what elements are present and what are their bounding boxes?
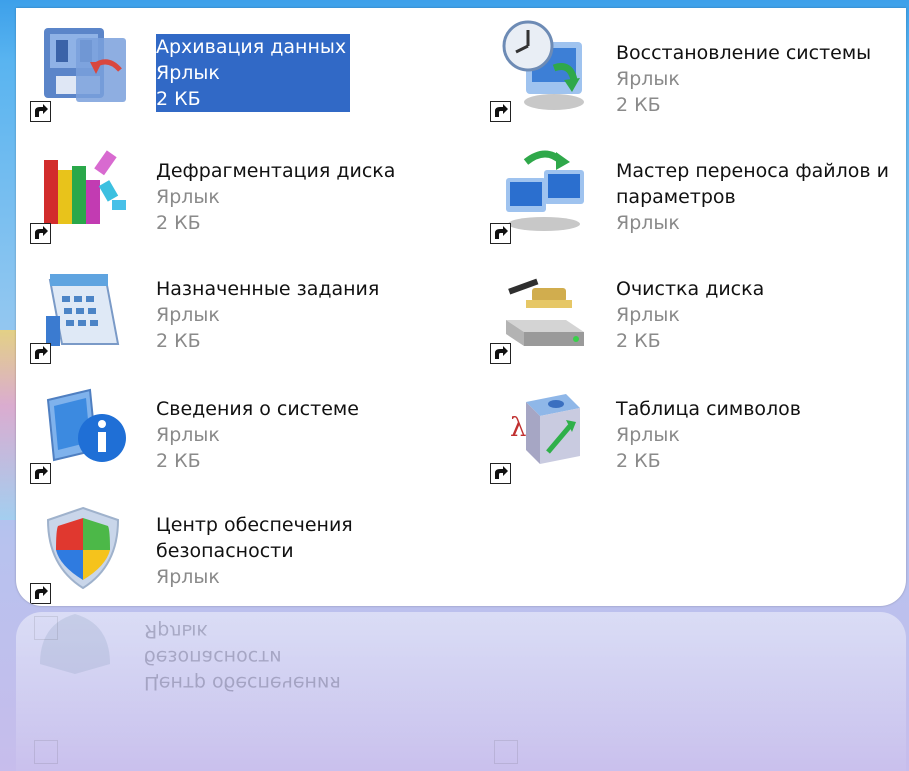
svg-text:λ: λ [510, 413, 526, 443]
list-item-disk-cleanup[interactable]: Очистка диска Ярлык 2 КБ [486, 254, 866, 364]
item-name: Восстановление системы [616, 42, 872, 64]
item-type: Ярлык [156, 424, 220, 446]
item-size: 2 КБ [616, 450, 661, 472]
item-size: 2 КБ [156, 88, 201, 110]
item-name: Очистка диска [616, 278, 765, 300]
shortcut-arrow-icon-reflection [34, 740, 58, 764]
shortcut-arrow-icon [490, 223, 511, 244]
shortcut-arrow-icon-reflection [494, 740, 518, 764]
item-name: Мастер переноса файлов и [616, 160, 889, 182]
item-name: Сведения о системе [156, 398, 359, 420]
item-name: Архивация данных [156, 36, 347, 58]
item-type: Ярлык [616, 68, 680, 90]
item-size: 2 КБ [156, 450, 201, 472]
item-name-line2: параметров [616, 186, 736, 208]
shortcut-arrow-icon [490, 343, 511, 364]
item-type: Ярлык [156, 186, 220, 208]
system-info-icon [36, 380, 130, 476]
shortcut-arrow-icon [30, 223, 51, 244]
item-type: Ярлык [156, 566, 220, 588]
item-type: Ярлык [616, 212, 680, 234]
item-name: Назначенные задания [156, 278, 380, 300]
item-name: Центр обеспечения [156, 514, 353, 536]
list-item-defrag[interactable]: Дефрагментация диска Ярлык 2 КБ [26, 134, 406, 244]
item-size: 2 КБ [616, 94, 661, 116]
scheduled-tasks-icon [36, 260, 130, 356]
reflection-text-line: Центр обеспечения [144, 672, 341, 694]
list-item-system-info[interactable]: Сведения о системе Ярлык 2 КБ [26, 374, 406, 484]
list-item-transfer-wizard[interactable]: Мастер переноса файлов и параметров Ярлы… [486, 134, 889, 244]
backup-icon [36, 18, 130, 114]
defrag-icon [36, 140, 130, 236]
list-item-system-restore[interactable]: Восстановление системы Ярлык 2 КБ [486, 12, 872, 122]
reflection-text-line: Ярлык [144, 620, 208, 642]
item-type: Ярлык [156, 304, 220, 326]
item-size: 2 КБ [616, 330, 661, 352]
security-center-icon [36, 500, 130, 596]
system-restore-icon [496, 18, 590, 114]
shortcut-arrow-icon-reflection [34, 616, 58, 640]
shortcut-arrow-icon [490, 463, 511, 484]
disk-cleanup-icon [496, 260, 590, 356]
shortcut-arrow-icon [490, 101, 511, 122]
shortcut-arrow-icon [30, 463, 51, 484]
item-name: Таблица символов [616, 398, 801, 420]
shortcut-arrow-icon [30, 343, 51, 364]
list-item-scheduled-tasks[interactable]: Назначенные задания Ярлык 2 КБ [26, 254, 406, 364]
panel-reflection: Центр обеспечения безопасности Ярлык [16, 612, 906, 771]
list-item-character-map[interactable]: λ Таблица символов Ярлык 2 КБ [486, 374, 866, 484]
list-item-backup[interactable]: Архивация данных Ярлык 2 КБ [26, 12, 406, 122]
transfer-wizard-icon [496, 140, 590, 236]
list-item-security-center[interactable]: Центр обеспечения безопасности Ярлык [26, 494, 406, 604]
item-size: 2 КБ [156, 330, 201, 352]
item-name-line2: безопасности [156, 540, 294, 562]
shortcut-arrow-icon [30, 101, 51, 122]
item-name: Дефрагментация диска [156, 160, 396, 182]
item-size: 2 КБ [156, 212, 201, 234]
shortcut-arrow-icon [30, 583, 51, 604]
item-type: Ярлык [616, 304, 680, 326]
item-type: Ярлык [156, 62, 220, 84]
item-type: Ярлык [616, 424, 680, 446]
reflection-text-line: безопасности [144, 646, 282, 668]
file-list-panel: Архивация данных Ярлык 2 КБ Восстановлен… [16, 8, 906, 606]
character-map-icon: λ [496, 380, 590, 476]
